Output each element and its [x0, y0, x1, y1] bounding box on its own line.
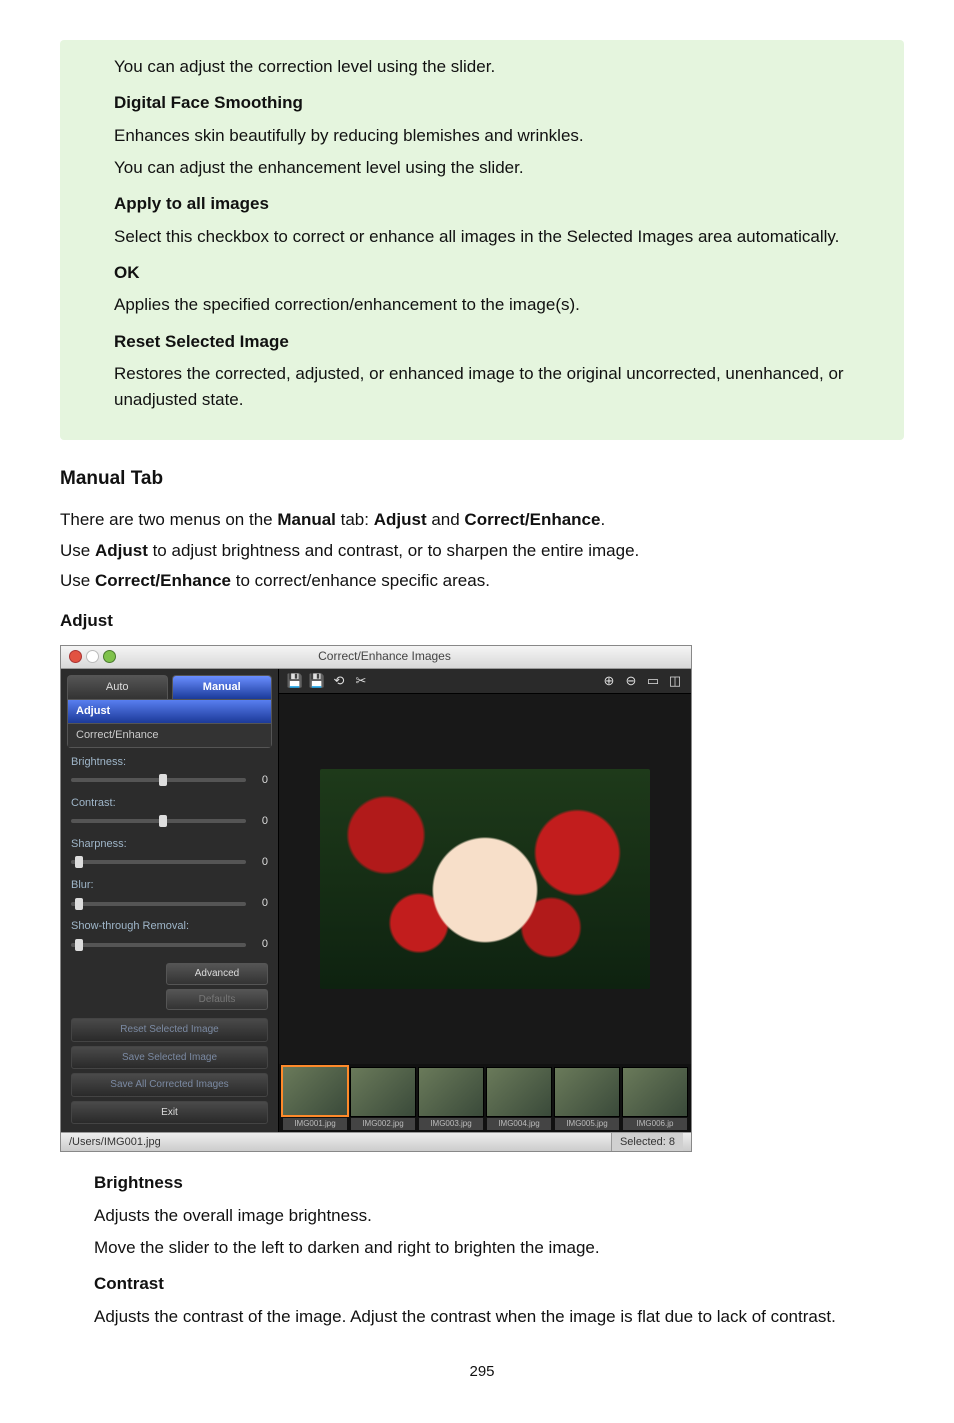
- thumbnail-label: IMG002.jpg: [351, 1118, 415, 1130]
- thumbnail-image[interactable]: [281, 1065, 349, 1117]
- compare-icon[interactable]: ◫: [667, 673, 683, 689]
- slider-thumb[interactable]: [159, 774, 167, 786]
- manual-intro-1: There are two menus on the Manual tab: A…: [60, 507, 904, 533]
- thumbnail-label: IMG006.jp: [623, 1118, 687, 1130]
- window-title: Correct/Enhance Images: [86, 647, 683, 666]
- save-all-button[interactable]: Save All Corrected Images: [71, 1073, 268, 1097]
- brightness-desc-2: Move the slider to the left to darken an…: [60, 1235, 904, 1261]
- exit-button[interactable]: Exit: [71, 1101, 268, 1125]
- advanced-button[interactable]: Advanced: [166, 963, 268, 985]
- preview-area: [279, 694, 691, 1065]
- slider-label: Sharpness:: [71, 836, 268, 853]
- thumbnail-image[interactable]: [622, 1067, 688, 1117]
- reset-desc: Restores the corrected, adjusted, or enh…: [80, 361, 884, 414]
- digital-face-smoothing-desc-2: You can adjust the enhancement level usi…: [80, 155, 884, 181]
- subtab-correct-enhance[interactable]: Correct/Enhance: [68, 723, 271, 747]
- slider-value: 0: [252, 813, 268, 830]
- thumbnail-image[interactable]: [554, 1067, 620, 1117]
- slider-track[interactable]: [71, 860, 246, 864]
- status-path: /Users/IMG001.jpg: [69, 1134, 161, 1151]
- apply-all-heading: Apply to all images: [80, 191, 884, 217]
- slider-label: Blur:: [71, 877, 268, 894]
- manual-tab-heading: Manual Tab: [60, 464, 904, 493]
- crop-icon[interactable]: ✂: [353, 673, 369, 689]
- slider-track[interactable]: [71, 902, 246, 906]
- thumbnail[interactable]: IMG003.jpg: [419, 1067, 483, 1130]
- slider-thumb[interactable]: [75, 939, 83, 951]
- slider-value: 0: [252, 854, 268, 871]
- slider-thumb[interactable]: [75, 898, 83, 910]
- slider-track[interactable]: [71, 778, 246, 782]
- adjust-heading: Adjust: [60, 608, 904, 634]
- thumbnail-image[interactable]: [350, 1067, 416, 1117]
- slider-row: Show-through Removal:0: [71, 918, 268, 953]
- status-bar: /Users/IMG001.jpg Selected: 8: [61, 1132, 691, 1151]
- contrast-desc: Adjusts the contrast of the image. Adjus…: [60, 1304, 904, 1330]
- reset-heading: Reset Selected Image: [80, 329, 884, 355]
- slider-track[interactable]: [71, 943, 246, 947]
- slider-value: 0: [252, 936, 268, 953]
- brightness-heading: Brightness: [60, 1170, 904, 1196]
- apply-all-desc: Select this checkbox to correct or enhan…: [80, 224, 884, 250]
- slider-row: Brightness:0: [71, 754, 268, 789]
- ok-desc: Applies the specified correction/enhance…: [80, 292, 884, 318]
- manual-intro-3: Use Correct/Enhance to correct/enhance s…: [60, 568, 904, 594]
- zoom-out-icon[interactable]: ⊖: [623, 673, 639, 689]
- thumbnail[interactable]: IMG001.jpg: [283, 1065, 347, 1130]
- subtab-adjust[interactable]: Adjust: [68, 700, 271, 723]
- tab-manual[interactable]: Manual: [172, 675, 273, 699]
- thumbnail[interactable]: IMG005.jpg: [555, 1067, 619, 1130]
- save-icon[interactable]: 💾: [287, 673, 303, 689]
- window-titlebar: Correct/Enhance Images: [61, 646, 691, 669]
- slider-row: Contrast:0: [71, 795, 268, 830]
- ok-heading: OK: [80, 260, 884, 286]
- thumbnail-image[interactable]: [418, 1067, 484, 1117]
- slider-label: Brightness:: [71, 754, 268, 771]
- brightness-desc-1: Adjusts the overall image brightness.: [60, 1203, 904, 1229]
- contrast-heading: Contrast: [60, 1271, 904, 1297]
- slider-value: 0: [252, 895, 268, 912]
- slider-label: Show-through Removal:: [71, 918, 268, 935]
- thumbnail-strip[interactable]: IMG001.jpg IMG002.jpg IMG003.jpg IMG004.jpg…: [279, 1064, 691, 1132]
- fit-icon[interactable]: ▭: [645, 673, 661, 689]
- slider-label: Contrast:: [71, 795, 268, 812]
- slider-value: 0: [252, 772, 268, 789]
- digital-face-smoothing-desc-1: Enhances skin beautifully by reducing bl…: [80, 123, 884, 149]
- thumbnail-label: IMG005.jpg: [555, 1118, 619, 1130]
- thumbnail[interactable]: IMG006.jp: [623, 1067, 687, 1130]
- auto-tab-definitions: You can adjust the correction level usin…: [60, 40, 904, 440]
- thumbnail[interactable]: IMG002.jpg: [351, 1067, 415, 1130]
- thumbnail[interactable]: IMG004.jpg: [487, 1067, 551, 1130]
- correction-level-note: You can adjust the correction level usin…: [80, 54, 884, 80]
- defaults-button[interactable]: Defaults: [166, 989, 268, 1011]
- close-icon[interactable]: [69, 650, 82, 663]
- slider-row: Sharpness:0: [71, 836, 268, 871]
- thumbnail-label: IMG001.jpg: [283, 1118, 347, 1130]
- correct-enhance-window: Correct/Enhance Images Auto Manual Adjus…: [60, 645, 692, 1153]
- tab-auto[interactable]: Auto: [67, 675, 168, 699]
- thumbnail-image[interactable]: [486, 1067, 552, 1117]
- zoom-in-icon[interactable]: ⊕: [601, 673, 617, 689]
- preview-image: [320, 769, 650, 989]
- digital-face-smoothing-heading: Digital Face Smoothing: [80, 90, 884, 116]
- save-as-icon[interactable]: 💾: [309, 673, 325, 689]
- slider-thumb[interactable]: [75, 856, 83, 868]
- thumbnail-label: IMG004.jpg: [487, 1118, 551, 1130]
- reset-selected-button[interactable]: Reset Selected Image: [71, 1018, 268, 1042]
- slider-thumb[interactable]: [159, 815, 167, 827]
- slider-row: Blur:0: [71, 877, 268, 912]
- rotate-icon[interactable]: ⟲: [331, 673, 347, 689]
- save-selected-button[interactable]: Save Selected Image: [71, 1046, 268, 1070]
- manual-intro-2: Use Adjust to adjust brightness and cont…: [60, 538, 904, 564]
- slider-track[interactable]: [71, 819, 246, 823]
- status-selected: Selected: 8: [611, 1133, 683, 1151]
- page-number: 295: [60, 1360, 904, 1383]
- thumbnail-label: IMG003.jpg: [419, 1118, 483, 1130]
